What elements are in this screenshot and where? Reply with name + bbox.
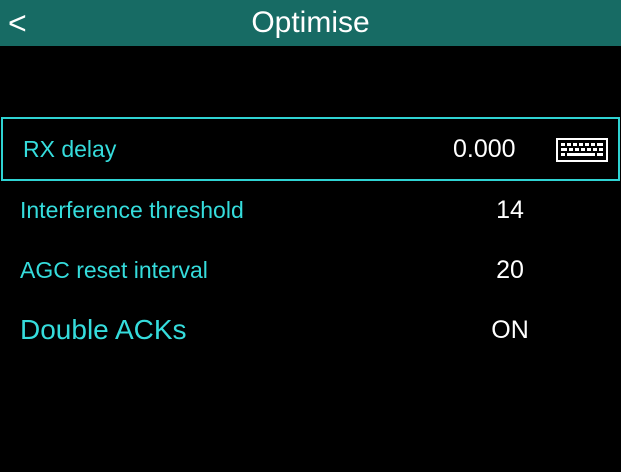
setting-row-double-acks[interactable]: Double ACKs ON (0, 298, 621, 362)
setting-row-interference-threshold[interactable]: Interference threshold 14 (0, 178, 621, 242)
keyboard-icon[interactable] (556, 138, 608, 162)
header-bar: < Optimise (0, 0, 621, 46)
setting-value[interactable]: 20 (440, 238, 580, 302)
setting-row-rx-delay[interactable]: RX delay 0.000 (1, 117, 620, 181)
setting-value[interactable]: 0.000 (453, 119, 516, 179)
setting-label: Interference threshold (20, 197, 244, 223)
setting-row-agc-reset-interval[interactable]: AGC reset interval 20 (0, 238, 621, 302)
setting-label: RX delay (23, 136, 117, 162)
setting-label: AGC reset interval (20, 257, 208, 283)
setting-value[interactable]: ON (440, 298, 580, 362)
setting-value[interactable]: 14 (440, 178, 580, 242)
page-title: Optimise (251, 6, 370, 39)
setting-label: Double ACKs (20, 314, 187, 345)
